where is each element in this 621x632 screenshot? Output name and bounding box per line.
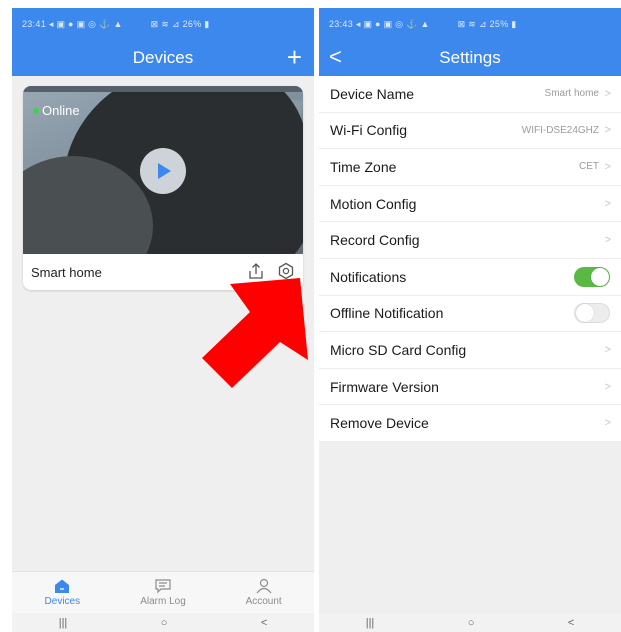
status-bar: 23:41 ◂ ▣ ● ▣ ◎ ⚓ ▲ ⊠ ≋ ⊿ 26% ▮ <box>12 8 314 40</box>
device-name: Smart home <box>31 264 102 280</box>
recent-apps-button[interactable]: ||| <box>366 617 375 629</box>
tab-alarm-log-label: Alarm Log <box>140 596 186 607</box>
chevron-right-icon: > <box>604 197 611 210</box>
setting-label: Device Name <box>330 85 415 102</box>
setting-notifications: Notifications <box>319 259 621 296</box>
back-button[interactable]: < <box>568 617 574 629</box>
setting-device-name[interactable]: Device Name Smart home > <box>319 76 621 113</box>
device-card[interactable]: Online Smart home <box>23 86 303 290</box>
home-button[interactable]: ○ <box>161 617 168 629</box>
back-button[interactable]: < <box>261 617 267 629</box>
toggle-knob <box>576 304 594 323</box>
setting-label: Motion Config <box>330 195 417 212</box>
camera-preview[interactable]: Online <box>23 86 303 254</box>
header: < Settings <box>319 40 621 76</box>
back-arrow-button[interactable]: < <box>329 44 342 70</box>
setting-micro-sd-card-config[interactable]: Micro SD Card Config > <box>319 332 621 369</box>
play-icon <box>158 163 171 179</box>
status-left: 23:41 ◂ ▣ ● ▣ ◎ ⚓ ▲ <box>22 18 123 29</box>
settings-list: Device Name Smart home > Wi-Fi Config WI… <box>319 76 621 442</box>
red-arrow-icon <box>202 278 308 388</box>
status-right: ⊠ ≋ ⊿ 25% ▮ <box>457 18 517 29</box>
setting-firmware-version[interactable]: Firmware Version > <box>319 369 621 406</box>
setting-value: CET <box>579 161 599 173</box>
setting-motion-config[interactable]: Motion Config > <box>319 186 621 223</box>
setting-label: Wi-Fi Config <box>330 122 408 139</box>
setting-offline-notification: Offline Notification <box>319 296 621 333</box>
online-dot-icon <box>33 107 39 114</box>
header: Devices + <box>12 40 314 76</box>
online-label: Online <box>42 103 80 118</box>
tab-account[interactable]: Account <box>219 572 309 613</box>
page-title: Settings <box>439 48 501 67</box>
setting-time-zone[interactable]: Time Zone CET > <box>319 149 621 186</box>
setting-value: WIFI-DSE24GHZ <box>521 124 599 136</box>
setting-label: Micro SD Card Config <box>330 341 467 358</box>
notifications-toggle[interactable] <box>574 266 610 287</box>
setting-label: Remove Device <box>330 415 429 432</box>
status-left: 23:43 ◂ ▣ ● ▣ ◎ ⚓ ▲ <box>329 18 430 29</box>
home-button[interactable]: ○ <box>468 617 475 629</box>
setting-record-config[interactable]: Record Config > <box>319 222 621 259</box>
settings-screen: 23:43 ◂ ▣ ● ▣ ◎ ⚓ ▲ ⊠ ≋ ⊿ 25% ▮ < Settin… <box>319 8 621 632</box>
chevron-right-icon: > <box>604 160 611 173</box>
status-right: ⊠ ≋ ⊿ 26% ▮ <box>150 18 210 29</box>
play-button[interactable] <box>140 148 186 194</box>
bottom-tab-bar: Devices Alarm Log Account <box>12 571 314 613</box>
status-bar: 23:43 ◂ ▣ ● ▣ ◎ ⚓ ▲ ⊠ ≋ ⊿ 25% ▮ <box>319 8 621 40</box>
chevron-right-icon: > <box>604 234 611 247</box>
chevron-right-icon: > <box>604 343 611 356</box>
chevron-right-icon: > <box>604 87 611 100</box>
system-nav-bar: ||| ○ < <box>319 613 621 632</box>
tab-alarm-log[interactable]: Alarm Log <box>118 572 208 613</box>
alarm-log-icon <box>155 579 171 594</box>
page-title: Devices <box>132 48 194 67</box>
setting-label: Notifications <box>330 268 407 285</box>
tab-account-label: Account <box>245 596 282 607</box>
system-nav-bar: ||| ○ < <box>12 613 314 632</box>
offline-notification-toggle[interactable] <box>574 303 610 324</box>
recent-apps-button[interactable]: ||| <box>59 617 68 629</box>
chevron-right-icon: > <box>604 417 611 430</box>
toggle-knob <box>591 267 609 286</box>
preview-top-strip <box>23 86 303 92</box>
setting-remove-device[interactable]: Remove Device > <box>319 405 621 442</box>
setting-label: Offline Notification <box>330 305 444 322</box>
setting-label: Record Config <box>330 232 420 249</box>
setting-label: Time Zone <box>330 158 397 175</box>
add-device-button[interactable]: + <box>287 43 302 71</box>
home-icon <box>55 579 70 593</box>
chevron-right-icon: > <box>604 124 611 137</box>
tab-devices-label: Devices <box>44 596 81 607</box>
online-status: Online <box>33 103 80 118</box>
setting-wifi-config[interactable]: Wi-Fi Config WIFI-DSE24GHZ > <box>319 113 621 150</box>
setting-label: Firmware Version <box>330 378 439 395</box>
devices-screen: 23:41 ◂ ▣ ● ▣ ◎ ⚓ ▲ ⊠ ≋ ⊿ 26% ▮ Devices … <box>12 8 314 632</box>
setting-value: Smart home <box>544 88 599 100</box>
tab-devices[interactable]: Devices <box>17 572 107 613</box>
chevron-right-icon: > <box>604 380 611 393</box>
account-icon <box>256 578 272 594</box>
